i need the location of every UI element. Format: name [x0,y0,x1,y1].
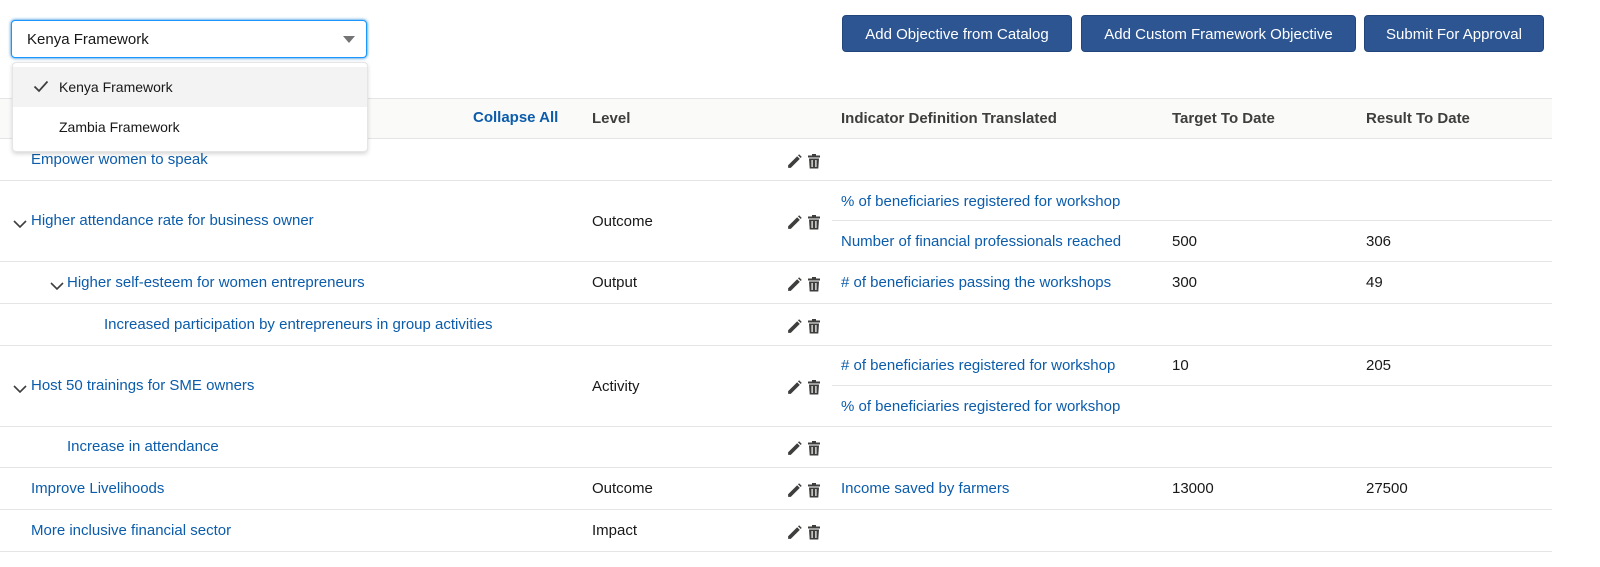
pencil-icon[interactable] [786,214,803,235]
chevron-down-icon[interactable] [50,278,64,295]
indicator-link[interactable]: # of beneficiaries registered for worksh… [841,357,1115,374]
dropdown-option-label: Kenya Framework [59,79,173,95]
dropdown-option-kenya[interactable]: Kenya Framework [13,67,367,107]
trash-icon[interactable] [807,214,821,235]
level-value: Outcome [592,213,653,230]
indicator-link[interactable]: % of beneficiaries registered for worksh… [841,398,1120,415]
row-actions [786,276,822,294]
caret-down-icon[interactable] [343,36,355,43]
trash-icon[interactable] [807,524,821,545]
chevron-down-icon[interactable] [13,381,27,398]
indicator-link[interactable]: # of beneficiaries passing the workshops [841,274,1111,291]
trash-icon[interactable] [807,276,821,297]
row-actions [786,318,822,336]
collapse-all-link[interactable]: Collapse All [473,109,558,126]
level-value: Activity [592,378,640,395]
pencil-icon[interactable] [786,379,803,400]
pencil-icon[interactable] [786,276,803,297]
objective-link[interactable]: Increased participation by entrepreneurs… [104,316,493,333]
indicator-link[interactable]: Income saved by farmers [841,480,1009,497]
submit-for-approval-button[interactable]: Submit For Approval [1364,15,1544,52]
objective-link[interactable]: Improve Livelihoods [31,480,164,497]
row-divider [0,467,1552,468]
result-value: 205 [1366,357,1392,374]
pencil-icon[interactable] [786,318,803,339]
row-divider [0,509,1552,510]
trash-icon[interactable] [807,482,821,503]
objective-link[interactable]: Higher attendance rate for business owne… [31,212,314,229]
trash-icon[interactable] [807,379,821,400]
target-value: 13000 [1172,480,1214,497]
objective-link[interactable]: Higher self-esteem for women entrepreneu… [67,274,365,291]
add-objective-from-catalog-button[interactable]: Add Objective from Catalog [842,15,1072,52]
level-value: Output [592,274,638,291]
row-actions [786,482,822,500]
framework-select-value: Kenya Framework [27,31,149,48]
indicator-link[interactable]: % of beneficiaries registered for worksh… [841,193,1120,210]
target-value: 300 [1172,274,1198,291]
pencil-icon[interactable] [786,153,803,174]
pencil-icon[interactable] [786,440,803,461]
row-divider [0,551,1552,552]
row-actions [786,379,822,397]
dropdown-option-label: Zambia Framework [59,119,180,135]
objective-link[interactable]: More inclusive financial sector [31,522,231,539]
target-value: 10 [1172,357,1189,374]
trash-icon[interactable] [807,318,821,339]
indicator-divider [832,385,1552,386]
row-divider [0,303,1552,304]
framework-select[interactable]: Kenya Framework [11,20,367,58]
result-value: 306 [1366,233,1392,250]
header-indicator-definition: Indicator Definition Translated [841,110,1057,127]
indicator-link[interactable]: Number of financial professionals reache… [841,233,1121,250]
result-value: 49 [1366,274,1383,291]
trash-icon[interactable] [807,153,821,174]
add-custom-framework-objective-button[interactable]: Add Custom Framework Objective [1081,15,1356,52]
row-divider [0,261,1552,262]
chevron-down-icon[interactable] [13,216,27,233]
row-actions [786,524,822,542]
trash-icon[interactable] [807,440,821,461]
row-divider [0,180,1552,181]
check-icon [33,80,49,97]
pencil-icon[interactable] [786,524,803,545]
row-divider [0,345,1552,346]
target-value: 500 [1172,233,1198,250]
objective-link[interactable]: Empower women to speak [31,151,208,168]
objective-link[interactable]: Host 50 trainings for SME owners [31,377,254,394]
header-target-to-date: Target To Date [1172,110,1275,127]
framework-dropdown: Kenya Framework Zambia Framework [12,62,368,152]
pencil-icon[interactable] [786,482,803,503]
objective-link[interactable]: Increase in attendance [67,438,219,455]
row-actions [786,440,822,458]
row-divider [0,426,1552,427]
row-actions [786,214,822,232]
indicator-divider [832,220,1552,221]
row-actions [786,153,822,171]
header-result-to-date: Result To Date [1366,110,1470,127]
result-value: 27500 [1366,480,1408,497]
level-value: Outcome [592,480,653,497]
level-value: Impact [592,522,638,539]
dropdown-option-zambia[interactable]: Zambia Framework [13,107,367,147]
header-level: Level [592,110,631,127]
